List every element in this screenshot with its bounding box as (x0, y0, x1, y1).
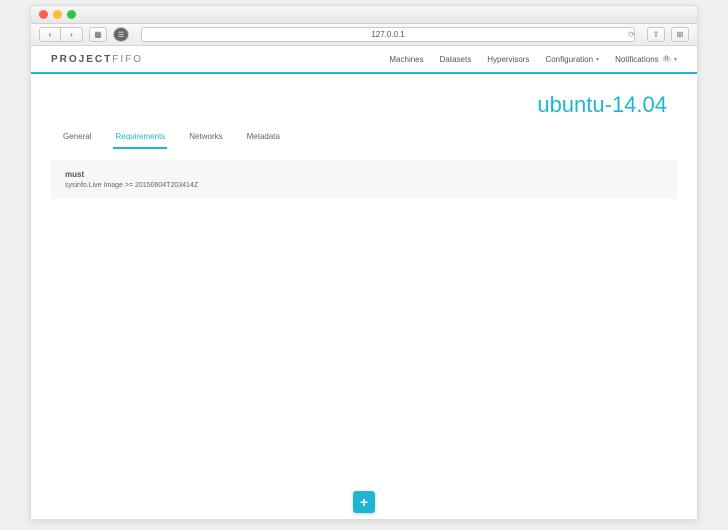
brand-part2: FIFO (112, 54, 143, 65)
tab-metadata[interactable]: Metadata (245, 128, 282, 149)
sidebar-toggle[interactable]: ▦ (89, 27, 107, 42)
tabs-button[interactable]: ⊞ (671, 27, 689, 42)
tab-networks[interactable]: Networks (187, 128, 224, 149)
tab-requirements[interactable]: Requirements (113, 128, 167, 149)
browser-toolbar: ‹ › ▦ ☰ 127.0.0.1 ⟳ ⇧ ⊞ (31, 24, 697, 46)
nav-notifications[interactable]: Notifications0▾ (615, 55, 677, 64)
forward-button[interactable]: › (61, 27, 83, 42)
tabs: General Requirements Networks Metadata (31, 128, 697, 150)
requirement-label: must (65, 170, 663, 179)
browser-window: ‹ › ▦ ☰ 127.0.0.1 ⟳ ⇧ ⊞ PROJECTFIFO Mach… (30, 5, 698, 520)
share-button[interactable]: ⇧ (647, 27, 665, 42)
add-button[interactable]: + (353, 491, 375, 513)
nav-hypervisors[interactable]: Hypervisors (487, 55, 529, 64)
app-navbar: PROJECTFIFO Machines Datasets Hypervisor… (31, 46, 697, 74)
window-close-button[interactable] (39, 10, 48, 19)
tab-general[interactable]: General (61, 128, 93, 149)
requirement-text: sysinfo.Live Image >= 20150604T203414Z (65, 182, 663, 189)
back-button[interactable]: ‹ (39, 27, 61, 42)
caret-down-icon: ▾ (596, 56, 599, 63)
nav-machines[interactable]: Machines (389, 55, 423, 64)
address-bar[interactable]: 127.0.0.1 ⟳ (141, 27, 635, 42)
window-maximize-button[interactable] (67, 10, 76, 19)
requirement-panel: must sysinfo.Live Image >= 20150604T2034… (51, 160, 677, 199)
reload-icon[interactable]: ⟳ (628, 30, 635, 39)
notif-badge: 0 (662, 56, 671, 62)
brand-part1: PROJECT (51, 54, 112, 65)
reader-button[interactable]: ☰ (113, 27, 129, 42)
page-title: ubuntu-14.04 (31, 74, 697, 128)
brand-logo[interactable]: PROJECTFIFO (51, 54, 143, 65)
caret-down-icon: ▾ (674, 56, 677, 63)
window-titlebar (31, 6, 697, 24)
nav-links: Machines Datasets Hypervisors Configurat… (389, 55, 677, 64)
nav-datasets[interactable]: Datasets (440, 55, 472, 64)
nav-configuration[interactable]: Configuration▾ (545, 55, 599, 64)
window-minimize-button[interactable] (53, 10, 62, 19)
nav-back-forward: ‹ › (39, 27, 83, 42)
url-text: 127.0.0.1 (371, 30, 404, 39)
page-content: PROJECTFIFO Machines Datasets Hypervisor… (31, 46, 697, 519)
